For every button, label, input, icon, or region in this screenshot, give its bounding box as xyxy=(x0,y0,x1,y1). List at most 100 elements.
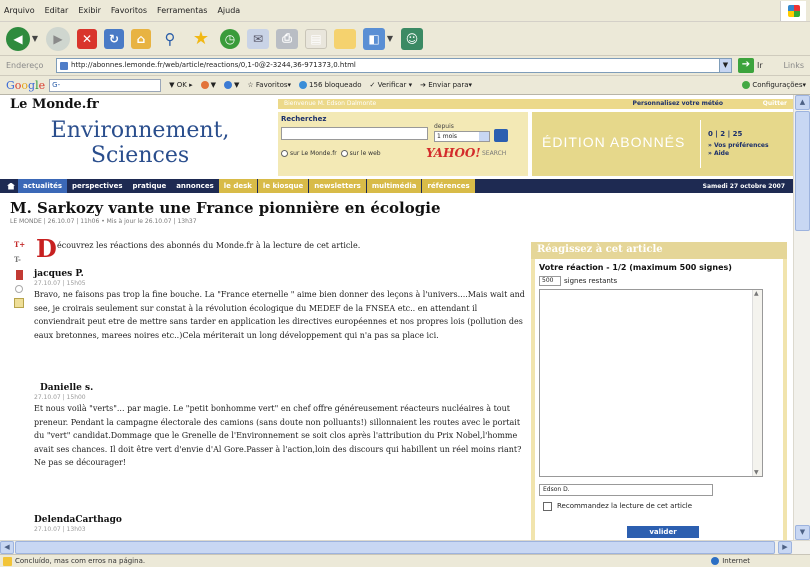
page-viewport: Le Monde.fr Bienvenue M. Edson Dalmonte … xyxy=(0,95,793,540)
edit-icon[interactable]: ▤ xyxy=(305,28,327,49)
search-go-button[interactable] xyxy=(494,129,508,142)
divider xyxy=(700,120,701,168)
nav-le-desk[interactable]: le desk xyxy=(218,179,258,193)
personalize-weather-link[interactable]: Personnalisez votre météo xyxy=(633,100,723,107)
recommend-checkbox[interactable] xyxy=(543,502,552,511)
article-tools: T+ T- xyxy=(14,240,26,313)
scroll-down-icon[interactable]: ▼ xyxy=(795,525,810,540)
back-dropdown-icon[interactable]: ▼ xyxy=(31,27,39,51)
subscriber-links: » Vos préférences » Aide xyxy=(708,142,769,158)
send-article-icon[interactable] xyxy=(15,285,23,293)
google-settings-button[interactable]: Configurações▾ xyxy=(742,81,806,89)
messenger-icon[interactable]: ☺ xyxy=(401,27,423,50)
google-spellcheck-button[interactable]: ✓ Verificar ▾ xyxy=(370,81,413,89)
reaction-panel-header: Réagissez à cet article xyxy=(531,242,787,259)
nav-multimedia[interactable]: multimédia xyxy=(366,179,423,193)
menu-ajuda[interactable]: Ajuda xyxy=(217,6,240,15)
vertical-scroll-thumb[interactable] xyxy=(795,111,810,231)
menu-favoritos[interactable]: Favoritos xyxy=(111,6,147,15)
article-meta: LE MONDE | 26.10.07 | 11h06 • Mis à jour… xyxy=(10,218,197,225)
google-enviar-label: Enviar para xyxy=(428,81,469,89)
period-select[interactable]: 1 mois xyxy=(434,131,490,142)
section-title-line2: Sciences xyxy=(90,143,190,168)
radio-web[interactable] xyxy=(340,150,348,157)
nav-actualites[interactable]: actualités xyxy=(18,179,67,193)
search-scope-radios: sur Le Monde.fr sur le web xyxy=(281,150,381,157)
go-button[interactable]: Ir xyxy=(757,61,763,70)
save-article-icon[interactable] xyxy=(14,298,24,308)
comment-author: Danielle s. xyxy=(40,383,94,393)
horizontal-scroll-thumb[interactable] xyxy=(15,541,775,554)
section-title-line1: Environnement, xyxy=(50,118,230,143)
links-label[interactable]: Links xyxy=(783,61,804,70)
menu-arquivo[interactable]: Arquivo xyxy=(4,6,35,15)
reaction-panel-title: Réagissez à cet article xyxy=(537,244,663,255)
comment-author: DelendaCarthago xyxy=(34,515,122,525)
google-search-input[interactable]: G- xyxy=(49,78,162,92)
forward-icon[interactable]: ▶ xyxy=(46,26,70,51)
google-toolbar: Google G- ▼ OK ▸ ▼ ▼ ☆ Favoritos▾ 156 bl… xyxy=(0,76,810,95)
msn-icon[interactable]: ◧ xyxy=(363,27,385,50)
home-icon[interactable] xyxy=(4,179,18,193)
google-popup-blocker[interactable]: 156 bloqueado xyxy=(299,81,362,89)
subscriber-counters[interactable]: 0 | 2 | 25 xyxy=(708,130,742,138)
favorites-star-icon[interactable]: ★ xyxy=(189,27,213,51)
chevron-down-icon xyxy=(479,132,489,141)
menu-exibir[interactable]: Exibir xyxy=(78,6,101,15)
url-input[interactable]: http://abonnes.lemonde.fr/web/article/re… xyxy=(56,58,720,73)
refresh-icon[interactable]: ↻ xyxy=(104,28,124,49)
horizontal-scrollbar[interactable]: ◀ ▶ xyxy=(0,540,810,554)
nav-le-kiosque[interactable]: le kiosque xyxy=(257,179,310,193)
textarea-scrollbar[interactable] xyxy=(752,290,762,476)
mail-icon[interactable]: ✉ xyxy=(247,28,269,49)
msn-dropdown-icon[interactable]: ▼ xyxy=(386,27,394,51)
scroll-up-icon[interactable]: ▲ xyxy=(795,95,810,110)
quit-link[interactable]: Quitter xyxy=(763,100,787,107)
main-nav: actualités perspectives pratique annonce… xyxy=(0,179,793,193)
zone-label: Internet xyxy=(722,557,750,565)
google-verificar-label: Verificar xyxy=(377,81,407,89)
site-search-input[interactable] xyxy=(281,127,428,140)
author-name-field[interactable]: Edson D. xyxy=(539,484,713,496)
google-send-button[interactable]: ➔ Enviar para▾ xyxy=(420,81,472,89)
google-favoritos-button[interactable]: ☆ Favoritos▾ xyxy=(247,81,291,89)
yahoo-search-label: SEARCH xyxy=(482,150,507,157)
scroll-right-icon[interactable]: ▶ xyxy=(778,541,792,554)
warning-icon[interactable] xyxy=(3,556,12,566)
menu-ferramentas[interactable]: Ferramentas xyxy=(157,6,207,15)
le-monde-logo[interactable]: Le Monde.fr xyxy=(10,97,99,112)
print-article-icon[interactable] xyxy=(16,270,23,280)
google-bookmark-icon[interactable]: ▼ xyxy=(224,81,239,89)
search-icon[interactable]: ⚲ xyxy=(158,27,182,51)
comment-date: 27.10.07 | 13h03 xyxy=(34,526,86,533)
comment: jacques P. 27.10.07 | 15h05 Bravo, ne fa… xyxy=(34,269,526,342)
history-icon[interactable]: ◷ xyxy=(220,28,240,49)
radio-lemonde[interactable] xyxy=(281,150,288,157)
nav-references[interactable]: références xyxy=(422,179,476,193)
help-link[interactable]: » Aide xyxy=(708,150,769,158)
font-increase-icon[interactable]: T+ xyxy=(14,240,25,250)
menu-editar[interactable]: Editar xyxy=(45,6,69,15)
preferences-link[interactable]: » Vos préférences xyxy=(708,142,769,150)
nav-pratique[interactable]: pratique xyxy=(128,179,172,193)
go-arrow-icon[interactable]: ➔ xyxy=(738,58,754,73)
url-dropdown-icon[interactable]: ▼ xyxy=(720,58,732,73)
reaction-textarea[interactable] xyxy=(539,289,763,477)
submit-button[interactable]: valider xyxy=(627,526,699,538)
vertical-scrollbar[interactable]: ▲ ▼ xyxy=(793,95,810,540)
home-icon[interactable]: ⌂ xyxy=(131,28,151,49)
subscriber-edition-title: ÉDITION ABONNÉS xyxy=(542,134,686,150)
comment: Danielle s. 27.10.07 | 15h00 Et nous voi… xyxy=(34,383,532,470)
folder-icon[interactable] xyxy=(334,28,356,49)
back-icon[interactable]: ◀ xyxy=(6,26,30,51)
menu-bar: Arquivo Editar Exibir Favoritos Ferramen… xyxy=(0,0,810,22)
scroll-left-icon[interactable]: ◀ xyxy=(0,541,14,554)
print-icon[interactable]: ⎙ xyxy=(276,28,298,49)
google-pagerank-icon[interactable]: ▼ xyxy=(200,81,216,89)
stop-icon[interactable]: ✕ xyxy=(77,28,97,49)
nav-newsletters[interactable]: newsletters xyxy=(309,179,367,193)
font-decrease-icon[interactable]: T- xyxy=(14,255,24,265)
nav-annonces[interactable]: annonces xyxy=(171,179,219,193)
nav-perspectives[interactable]: perspectives xyxy=(67,179,128,193)
google-ok-button[interactable]: ▼ OK ▸ xyxy=(169,81,192,89)
